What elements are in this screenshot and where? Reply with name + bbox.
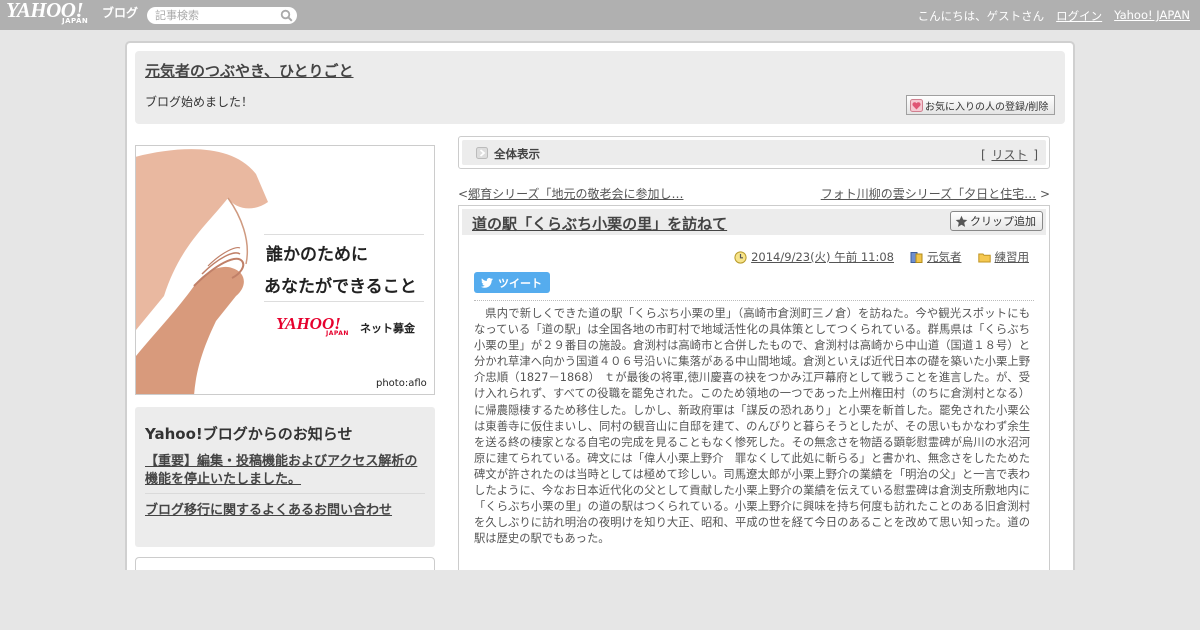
banner-headline-1: 誰かのために bbox=[266, 245, 368, 265]
heart-icon bbox=[910, 98, 923, 112]
twitter-bird-icon bbox=[481, 278, 493, 288]
notice-link-important[interactable]: 【重要】編集・投稿機能およびアクセス解析の機能を停止いたしました。 bbox=[145, 453, 430, 489]
notice-title: Yahoo!ブログからのお知らせ bbox=[145, 425, 353, 443]
list-view-control: [ リスト ] bbox=[981, 146, 1038, 163]
next-arrow: > bbox=[1039, 187, 1050, 201]
global-header: YAHOO! JAPAN ブログ こんにちは、ゲストさん ログイン Yahoo!… bbox=[0, 0, 1200, 30]
banner-rule bbox=[264, 301, 424, 302]
page-bottom-background bbox=[0, 570, 1200, 630]
meta-category: 練習用 bbox=[977, 249, 1030, 265]
clock-icon bbox=[734, 250, 747, 264]
favorite-register-button[interactable]: お気に入りの人の登録/削除 bbox=[906, 95, 1055, 115]
author-icon bbox=[910, 251, 923, 263]
meta-author: 元気者 bbox=[910, 249, 962, 265]
arrow-right-icon bbox=[476, 147, 488, 159]
prev-article-link[interactable]: 郷育シリーズ「地元の敬老会に参加し… bbox=[468, 187, 683, 201]
search-icon[interactable] bbox=[280, 9, 293, 22]
author-link[interactable]: 元気者 bbox=[927, 249, 962, 265]
datetime-link[interactable]: 2014/9/23(火) 午前 11:08 bbox=[751, 249, 894, 265]
article-body: 県内で新しくできた道の駅「くらぶち小栗の里」（高崎市倉渕町三ノ倉）を訪ねた。今や… bbox=[474, 307, 1030, 546]
notice-box: Yahoo!ブログからのお知らせ 【重要】編集・投稿機能およびアクセス解析の機能… bbox=[135, 407, 435, 547]
meta-datetime: 2014/9/23(火) 午前 11:08 bbox=[734, 249, 894, 265]
view-mode-bar-inner: 全体表示 [ リスト ] bbox=[462, 140, 1046, 165]
blog-description: ブログ始めました！ bbox=[145, 95, 254, 109]
prev-arrow: < bbox=[458, 187, 469, 201]
donation-banner[interactable]: 誰かのために あなたができること YAHOO! JAPAN ネット募金 phot… bbox=[135, 145, 435, 395]
view-mode-bar: 全体表示 [ リスト ] bbox=[458, 136, 1050, 169]
tweet-label: ツイート bbox=[498, 276, 542, 290]
bracket-open: [ bbox=[980, 148, 986, 162]
banner-headline-2: あなたができること bbox=[264, 277, 417, 297]
article-divider bbox=[474, 300, 1034, 301]
clip-add-button[interactable]: クリップ追加 bbox=[950, 211, 1043, 231]
clip-add-label: クリップ追加 bbox=[970, 215, 1036, 228]
blog-header: 元気者のつぶやき、ひとりごと ブログ始めました！ お気に入りの人の登録/削除 bbox=[135, 51, 1065, 124]
view-all-label: 全体表示 bbox=[494, 147, 540, 161]
star-icon bbox=[955, 215, 968, 227]
user-links: こんにちは、ゲストさん ログイン Yahoo! JAPAN bbox=[918, 8, 1190, 24]
article-title[interactable]: 道の駅「くらぶち小栗の里」を訪ねて bbox=[472, 213, 727, 234]
article-meta: 2014/9/23(火) 午前 11:08 元気者 練習用 bbox=[734, 249, 1029, 265]
favorite-register-label: お気に入りの人の登録/削除 bbox=[925, 101, 1049, 113]
article: 道の駅「くらぶち小栗の里」を訪ねて クリップ追加 2014/9/23(火) 午前… bbox=[458, 205, 1050, 585]
article-header: 道の駅「くらぶち小栗の里」を訪ねて クリップ追加 bbox=[462, 209, 1046, 235]
search-box bbox=[147, 7, 297, 24]
folder-icon bbox=[977, 253, 991, 262]
banner-rule bbox=[264, 234, 424, 235]
greeting-text: こんにちは、ゲストさん bbox=[917, 9, 1045, 23]
bracket-close: ] bbox=[1033, 148, 1038, 162]
next-article-link[interactable]: フォト川柳の雲シリーズ「夕日と住宅… bbox=[821, 187, 1036, 201]
login-link[interactable]: ログイン bbox=[1056, 8, 1102, 24]
category-link[interactable]: 練習用 bbox=[995, 249, 1030, 265]
tweet-button[interactable]: ツイート bbox=[474, 272, 550, 293]
blog-service-label[interactable]: ブログ bbox=[102, 4, 138, 21]
yahoo-japan-link[interactable]: Yahoo! JAPAN bbox=[1114, 8, 1190, 24]
list-view-link[interactable]: リスト bbox=[991, 148, 1027, 162]
handshake-image bbox=[136, 149, 268, 394]
notice-divider bbox=[145, 493, 425, 494]
notice-link-faq[interactable]: ブログ移行に関するよくあるお問い合わせ bbox=[145, 499, 392, 518]
prev-article-nav: <郷育シリーズ「地元の敬老会に参加し… bbox=[458, 185, 683, 202]
banner-yahoo-logo-sub: JAPAN bbox=[326, 330, 349, 337]
banner-photo-credit: photo:aflo bbox=[376, 378, 427, 389]
banner-net-donation: ネット募金 bbox=[360, 322, 415, 335]
yahoo-logo-sub: JAPAN bbox=[62, 17, 89, 25]
blog-title[interactable]: 元気者のつぶやき、ひとりごと bbox=[145, 60, 354, 81]
search-input[interactable] bbox=[155, 8, 277, 23]
next-article-nav: フォト川柳の雲シリーズ「夕日と住宅… > bbox=[821, 185, 1050, 202]
